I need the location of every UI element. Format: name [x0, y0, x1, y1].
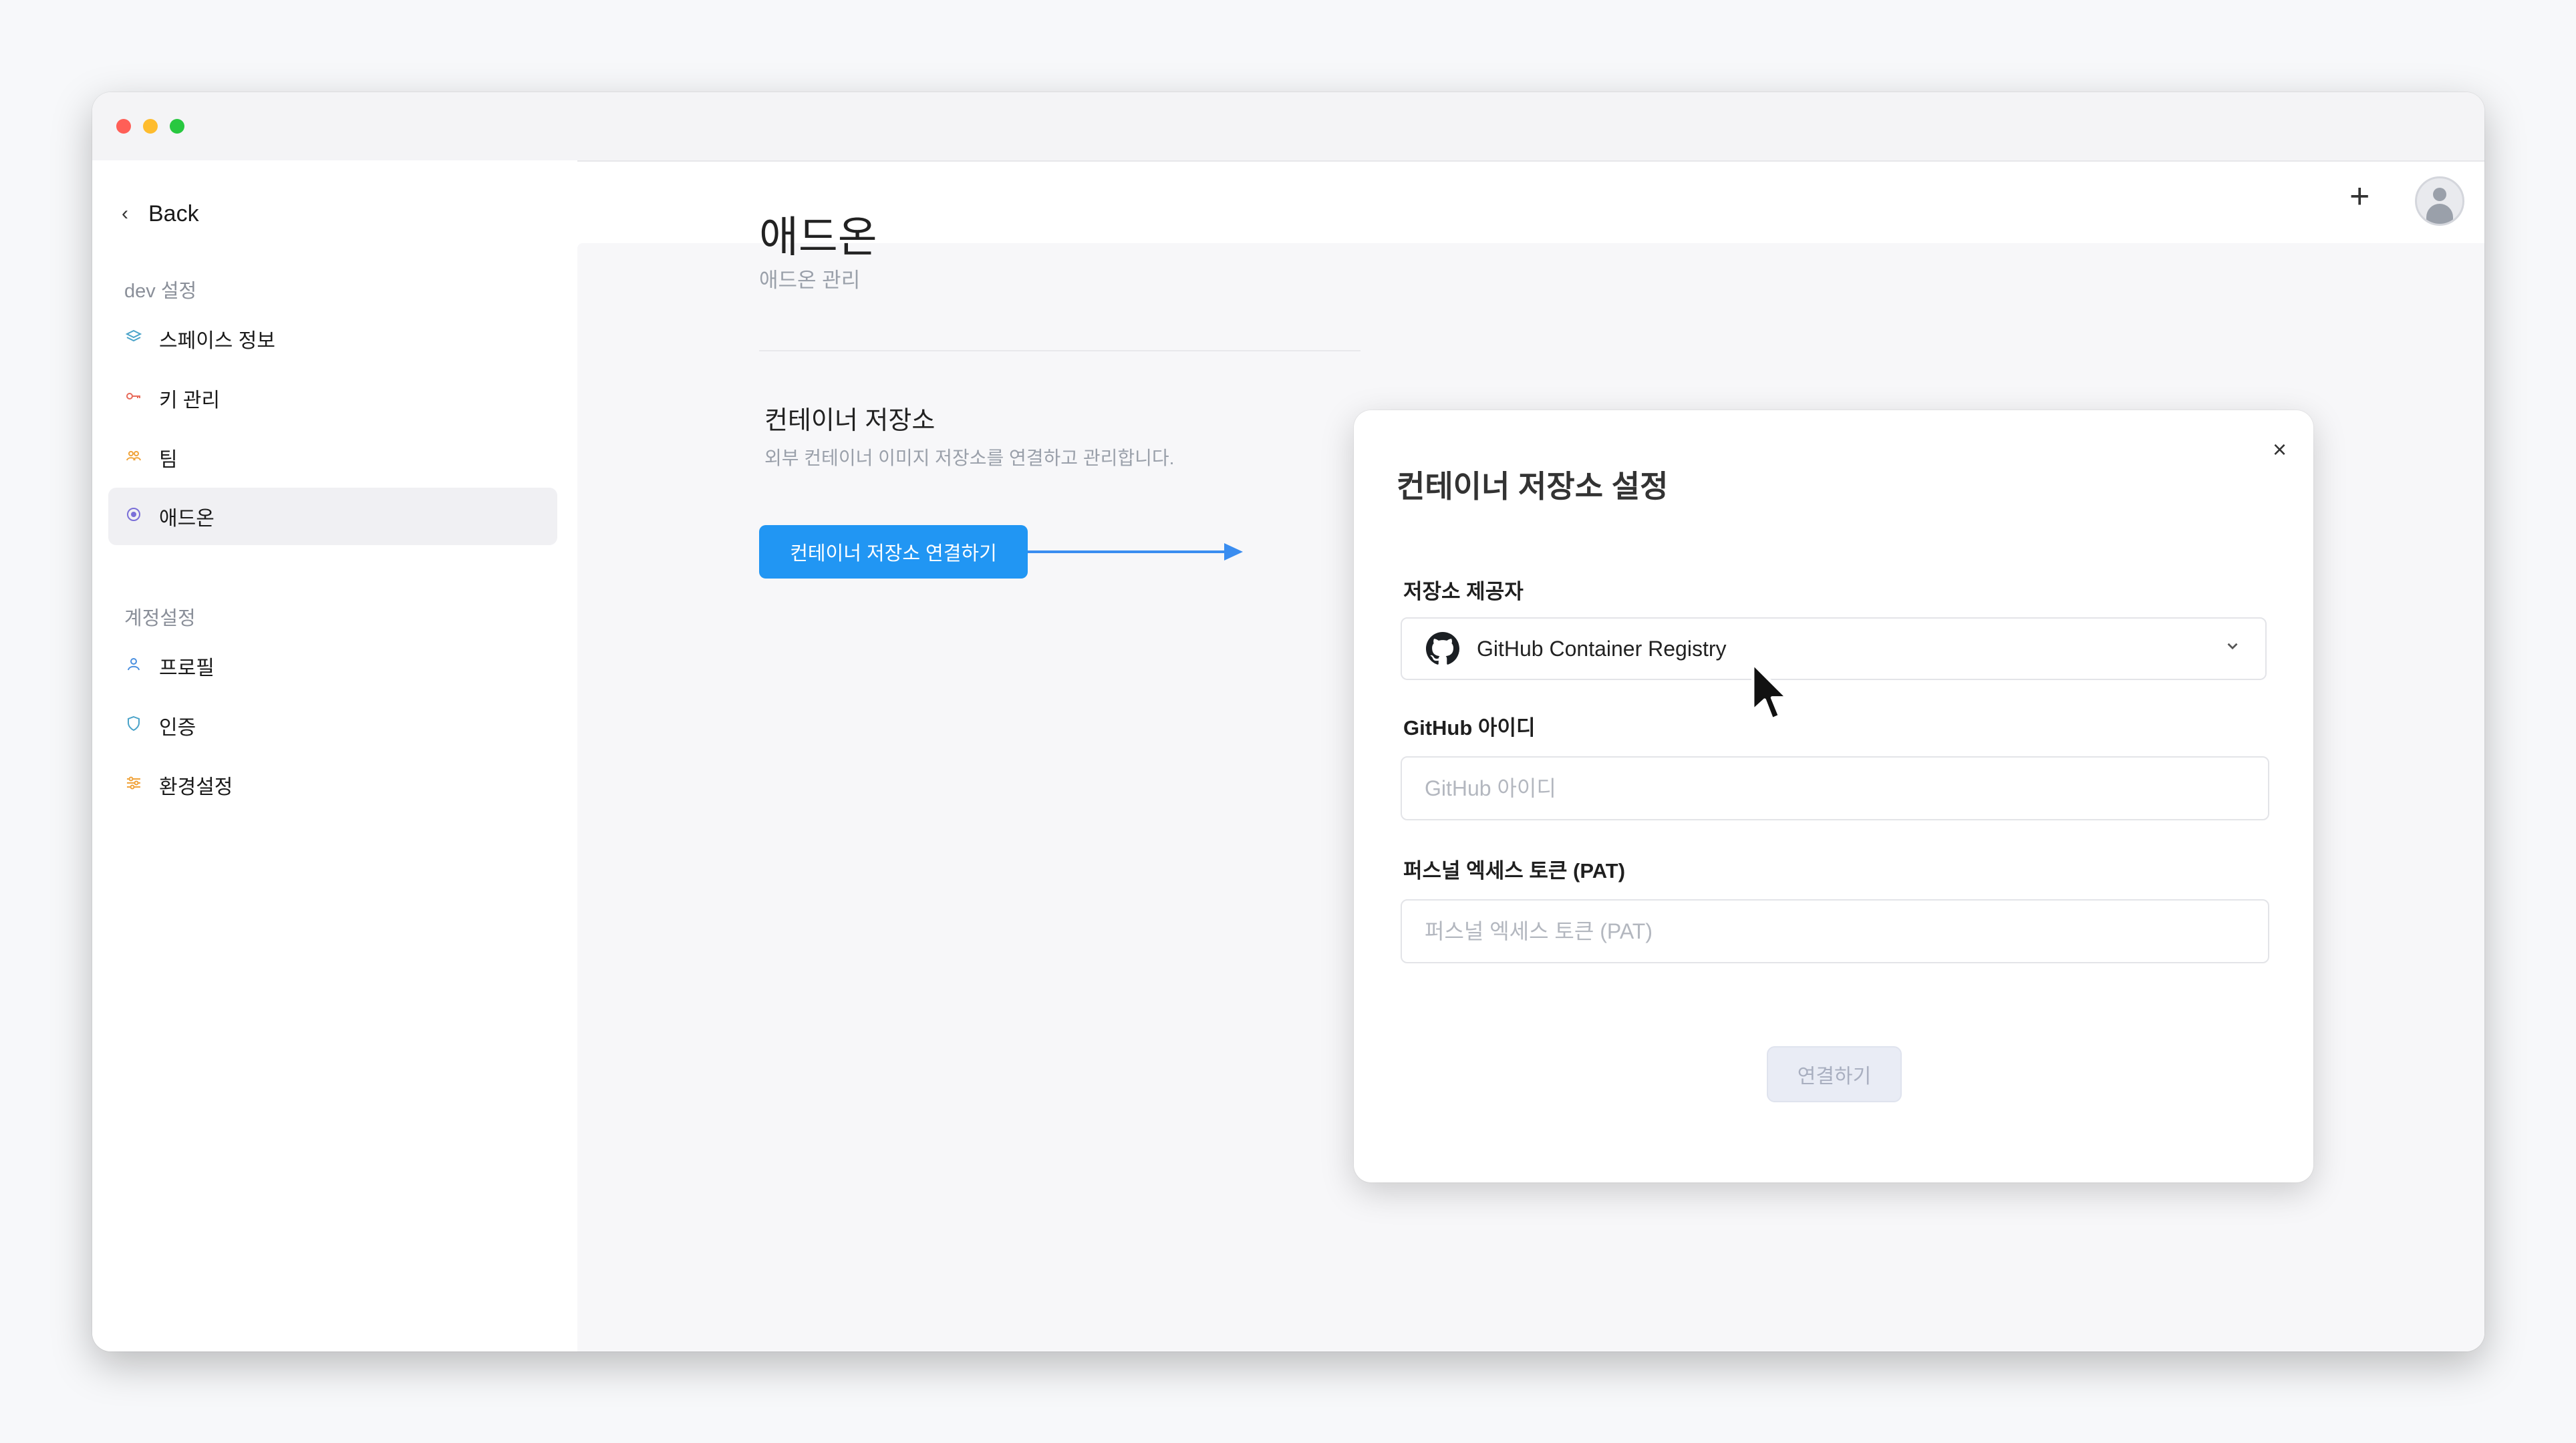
- section-title-dev: dev 설정: [124, 281, 197, 302]
- chevron-left-icon: ‹: [122, 202, 128, 224]
- github-id-input[interactable]: [1401, 756, 2269, 820]
- user-icon: [124, 656, 143, 676]
- section-title: 컨테이너 저장소: [764, 407, 936, 435]
- add-button[interactable]: +: [2349, 179, 2370, 214]
- modal-title: 컨테이너 저장소 설정: [1397, 469, 1669, 504]
- registry-settings-modal: × 컨테이너 저장소 설정 저장소 제공자 GitHub Container R…: [1354, 410, 2313, 1182]
- pat-input[interactable]: [1401, 899, 2269, 963]
- github-icon: [1426, 632, 1459, 665]
- back-button[interactable]: ‹ Back: [122, 194, 199, 234]
- sidebar-item-profile[interactable]: 프로필: [108, 637, 557, 695]
- chevron-down-icon: [2224, 637, 2241, 659]
- sidebar-item-team[interactable]: 팀: [108, 429, 557, 486]
- sidebar-item-label: 애드온: [159, 508, 214, 530]
- provider-value: GitHub Container Registry: [1477, 636, 1727, 661]
- addon-icon: [124, 506, 143, 526]
- minimize-window-button[interactable]: [143, 119, 158, 134]
- sidebar-item-key-management[interactable]: 키 관리: [108, 369, 557, 427]
- close-icon[interactable]: ×: [2273, 436, 2287, 464]
- sidebar-item-space-info[interactable]: 스페이스 정보: [108, 310, 557, 367]
- close-window-button[interactable]: [116, 119, 131, 134]
- sidebar-item-label: 팀: [159, 449, 178, 471]
- connect-registry-button[interactable]: 컨테이너 저장소 연결하기: [759, 525, 1028, 579]
- provider-label: 저장소 제공자: [1403, 580, 1524, 603]
- sidebar-item-label: 스페이스 정보: [159, 330, 275, 352]
- github-id-label: GitHub 아이디: [1403, 716, 1536, 740]
- connect-button[interactable]: 연결하기: [1767, 1046, 1902, 1102]
- sidebar: ‹ Back dev 설정 스페이스 정보 키 관리 팀 애드온 계정설정 프로…: [92, 160, 577, 1351]
- avatar-head: [2433, 188, 2446, 201]
- shield-icon: [124, 715, 143, 736]
- sidebar-item-label: 프로필: [159, 657, 214, 679]
- maximize-window-button[interactable]: [170, 119, 184, 134]
- provider-select[interactable]: GitHub Container Registry: [1401, 617, 2267, 680]
- sidebar-item-addon[interactable]: 애드온: [108, 488, 557, 545]
- section-title-account: 계정설정: [124, 608, 196, 629]
- section-description: 외부 컨테이너 이미지 저장소를 연결하고 관리합니다.: [764, 448, 1175, 468]
- avatar-shoulder: [2426, 204, 2453, 224]
- divider: [759, 350, 1361, 351]
- back-label: Back: [148, 200, 199, 226]
- sidebar-item-label: 인증: [159, 717, 196, 739]
- avatar[interactable]: [2415, 176, 2464, 226]
- arrow-head-icon: [1224, 543, 1243, 560]
- layers-icon: [124, 329, 143, 349]
- title-bar: [92, 92, 2484, 162]
- team-icon: [124, 448, 143, 468]
- page-title: 애드온: [759, 213, 877, 261]
- sidebar-item-auth[interactable]: 인증: [108, 697, 557, 754]
- sidebar-item-label: 키 관리: [159, 389, 221, 412]
- pat-label: 퍼스널 엑세스 토큰 (PAT): [1403, 859, 1626, 883]
- sidebar-item-label: 환경설정: [159, 776, 233, 798]
- key-icon: [124, 388, 143, 408]
- page-subtitle: 애드온 관리: [759, 269, 861, 292]
- mouse-cursor-icon: [1751, 661, 1794, 726]
- sliders-icon: [124, 775, 143, 795]
- sidebar-item-preferences[interactable]: 환경설정: [108, 756, 557, 814]
- arrow-line: [1028, 550, 1227, 553]
